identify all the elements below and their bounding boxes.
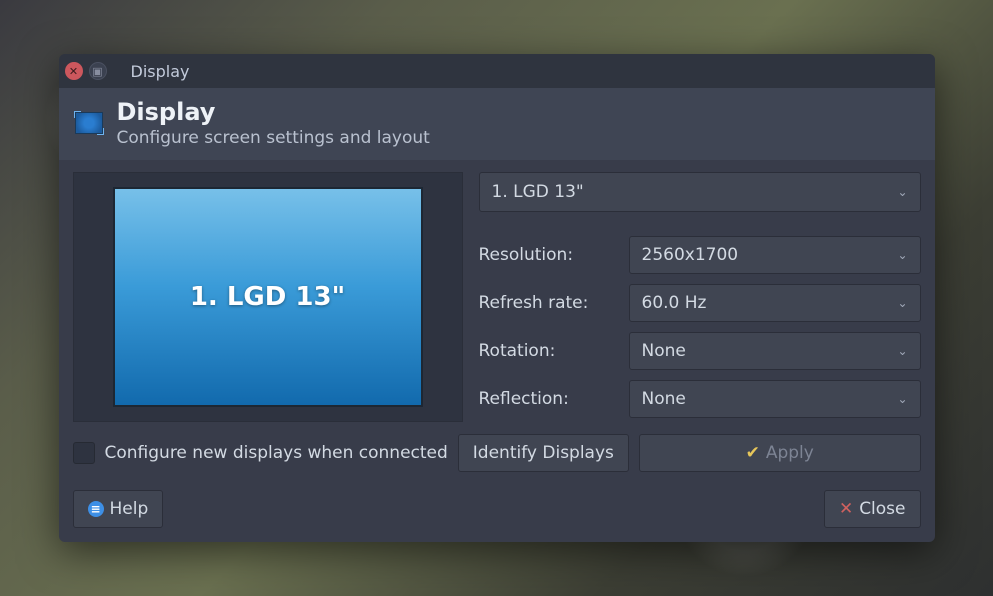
rotation-value: None [642, 341, 686, 361]
header-text: Display Configure screen settings and la… [117, 98, 430, 148]
display-selector-value: 1. LGD 13" [492, 182, 584, 202]
titlebar: ✕ ▣ Display [59, 54, 935, 88]
chevron-down-icon: ⌄ [897, 392, 907, 406]
identify-displays-button[interactable]: Identify Displays [458, 434, 629, 472]
page-subtitle: Configure screen settings and layout [117, 128, 430, 148]
help-icon: ≡ [88, 501, 104, 517]
rotation-selector[interactable]: None ⌄ [629, 332, 921, 370]
monitor-preview[interactable]: 1. LGD 13" [113, 187, 423, 407]
window-maximize-button[interactable]: ▣ [89, 62, 107, 80]
close-icon: ✕ [69, 66, 78, 77]
refresh-rate-value: 60.0 Hz [642, 293, 707, 313]
display-settings-window: ✕ ▣ Display Display Configure screen set… [59, 54, 935, 542]
check-icon: ✔ [746, 443, 760, 463]
monitor-label: 1. LGD 13" [190, 282, 345, 312]
resolution-label: Resolution: [479, 245, 619, 265]
chevron-down-icon: ⌄ [897, 296, 907, 310]
chevron-down-icon: ⌄ [897, 344, 907, 358]
refresh-rate-label: Refresh rate: [479, 293, 619, 313]
reflection-value: None [642, 389, 686, 409]
help-button[interactable]: ≡ Help [73, 490, 164, 528]
page-title: Display [117, 98, 430, 126]
window-title: Display [131, 62, 190, 81]
display-layout-preview[interactable]: 1. LGD 13" [73, 172, 463, 422]
dialog-body: 1. LGD 13" 1. LGD 13" ⌄ Resolution: 2560… [59, 160, 935, 486]
chevron-down-icon: ⌄ [897, 248, 907, 262]
reflection-label: Reflection: [479, 389, 619, 409]
resolution-value: 2560x1700 [642, 245, 739, 265]
chevron-down-icon: ⌄ [897, 185, 907, 199]
configure-new-displays-checkbox[interactable] [73, 442, 95, 464]
refresh-rate-selector[interactable]: 60.0 Hz ⌄ [629, 284, 921, 322]
configure-new-displays-label: Configure new displays when connected [105, 443, 448, 463]
apply-button[interactable]: ✔ Apply [639, 434, 921, 472]
footer: ≡ Help ✕ Close [59, 486, 935, 542]
rotation-label: Rotation: [479, 341, 619, 361]
resolution-selector[interactable]: 2560x1700 ⌄ [629, 236, 921, 274]
close-button[interactable]: ✕ Close [824, 490, 921, 528]
window-close-button[interactable]: ✕ [65, 62, 83, 80]
maximize-icon: ▣ [92, 66, 102, 77]
close-icon: ✕ [839, 499, 853, 519]
header: Display Configure screen settings and la… [59, 88, 935, 160]
display-selector[interactable]: 1. LGD 13" ⌄ [479, 172, 921, 212]
display-icon [75, 112, 103, 134]
reflection-selector[interactable]: None ⌄ [629, 380, 921, 418]
